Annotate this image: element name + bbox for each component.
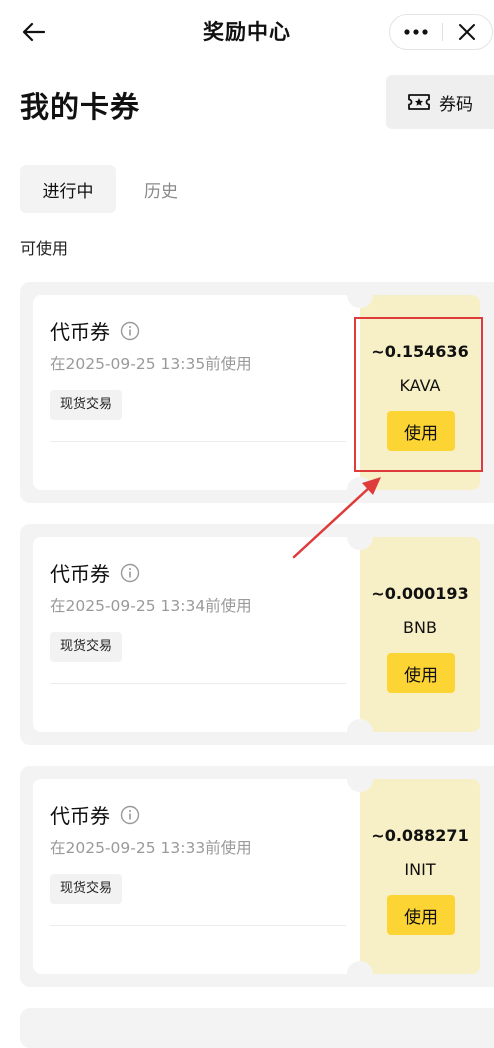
tab-history[interactable]: 历史 bbox=[126, 165, 196, 213]
coupon-title: 代币券 bbox=[50, 804, 110, 828]
coupon-title: 代币券 bbox=[50, 562, 110, 586]
info-icon[interactable] bbox=[120, 321, 140, 341]
coupon-token: INIT bbox=[404, 860, 436, 879]
page-title: 我的卡券 bbox=[20, 90, 141, 124]
coupon-notch bbox=[347, 766, 373, 792]
tab-in-progress[interactable]: 进行中 bbox=[20, 165, 116, 213]
coupon-notch bbox=[347, 477, 373, 503]
coupon-value-panel: ~0.088271 INIT 使用 bbox=[347, 766, 480, 987]
coupon-divider bbox=[50, 925, 346, 926]
coupon-title-row: 代币券 bbox=[50, 558, 140, 587]
coupon-title: 代币券 bbox=[50, 320, 110, 344]
coupon-tag: 现货交易 bbox=[50, 874, 123, 904]
coupon-expiry: 在2025-09-25 13:34前使用 bbox=[50, 597, 252, 615]
coupon-expiry: 在2025-09-25 13:33前使用 bbox=[50, 839, 252, 857]
coupon-card-partial bbox=[20, 1008, 494, 1048]
close-button[interactable] bbox=[442, 15, 492, 49]
coupon-info: 代币券 在2025-09-25 13:35前使用 现货交易 bbox=[33, 295, 360, 490]
coupon-amount: ~0.000193 bbox=[371, 584, 469, 603]
mini-program-capsule bbox=[389, 14, 493, 50]
coupon-amount: ~0.088271 bbox=[371, 826, 469, 845]
coupon-notch bbox=[347, 282, 373, 308]
more-dots-icon bbox=[404, 29, 428, 35]
coupon-code-button[interactable]: 券码 bbox=[386, 75, 494, 129]
info-icon[interactable] bbox=[120, 563, 140, 583]
coupon-code-label: 券码 bbox=[439, 94, 473, 115]
top-bar: 奖励中心 bbox=[0, 0, 494, 64]
close-icon bbox=[459, 24, 476, 40]
coupon-token: BNB bbox=[403, 618, 437, 637]
ticket-star-icon bbox=[408, 94, 430, 110]
annotation-highlight-box bbox=[354, 317, 483, 472]
coupon-divider bbox=[50, 683, 346, 684]
use-button[interactable]: 使用 bbox=[387, 653, 455, 693]
info-icon[interactable] bbox=[120, 805, 140, 825]
coupon-expiry: 在2025-09-25 13:35前使用 bbox=[50, 355, 252, 373]
coupon-title-row: 代币券 bbox=[50, 800, 140, 829]
coupon-tag: 现货交易 bbox=[50, 390, 123, 420]
use-button[interactable]: 使用 bbox=[387, 895, 455, 935]
coupon-value-panel: ~0.000193 BNB 使用 bbox=[347, 524, 480, 745]
coupon-title-row: 代币券 bbox=[50, 316, 140, 345]
coupon-card: 代币券 在2025-09-25 13:34前使用 现货交易 ~0.000193 … bbox=[20, 524, 494, 745]
coupon-notch bbox=[347, 961, 373, 987]
more-button[interactable] bbox=[390, 15, 442, 49]
coupon-notch bbox=[347, 524, 373, 550]
coupon-info: 代币券 在2025-09-25 13:33前使用 现货交易 bbox=[33, 779, 360, 974]
coupon-info: 代币券 在2025-09-25 13:34前使用 现货交易 bbox=[33, 537, 360, 732]
section-label-available: 可使用 bbox=[20, 239, 69, 258]
coupon-card: 代币券 在2025-09-25 13:33前使用 现货交易 ~0.088271 … bbox=[20, 766, 494, 987]
coupon-divider bbox=[50, 441, 346, 442]
coupon-notch bbox=[347, 719, 373, 745]
coupon-tag: 现货交易 bbox=[50, 632, 123, 662]
